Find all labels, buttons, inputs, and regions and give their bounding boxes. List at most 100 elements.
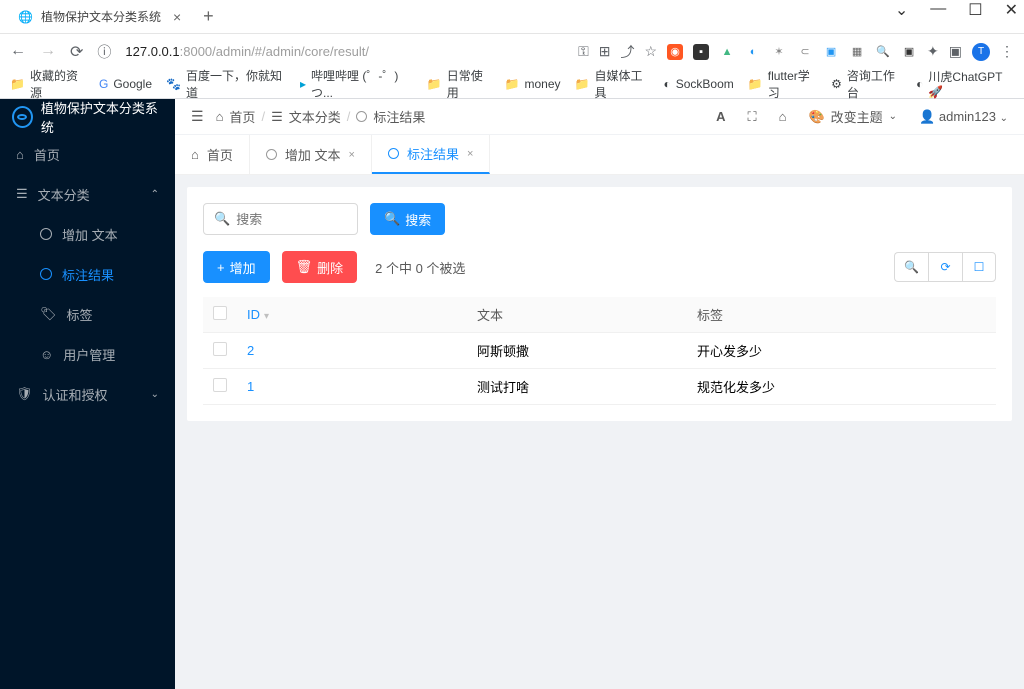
row-id-link[interactable]: 2: [247, 343, 254, 358]
menu-toggle-icon[interactable]: ☰: [191, 108, 204, 125]
browser-tab[interactable]: 🌐 植物保护文本分类系统 ×: [6, 1, 197, 33]
theme-switcher[interactable]: 🎨 改变主题 ⌄: [808, 107, 897, 126]
tab-annotate-result[interactable]: 标注结果 ×: [372, 135, 490, 174]
back-button[interactable]: ←: [10, 42, 26, 62]
user-icon: 👤: [919, 109, 935, 124]
delete-button[interactable]: 🗑 删除: [282, 251, 358, 283]
bookmark-item[interactable]: ◐SockBoom: [664, 77, 734, 91]
bookmark-item[interactable]: 📁自媒体工具: [575, 67, 650, 101]
extension-icon[interactable]: ⊂: [797, 44, 813, 60]
sidebar-item-text-classify[interactable]: ☰ 文本分类 ⌃: [0, 174, 175, 214]
col-header-id[interactable]: ID: [247, 307, 260, 322]
row-id-link[interactable]: 1: [247, 379, 254, 394]
sidebar-item-annotate-result[interactable]: 标注结果: [0, 254, 175, 294]
home-icon: ⌂: [191, 147, 199, 162]
row-checkbox[interactable]: [213, 342, 227, 356]
page-tabs: ⌂ 首页 增加 文本 × 标注结果 ×: [175, 135, 1024, 175]
col-header-tag: 标签: [687, 297, 996, 333]
new-tab-button[interactable]: +: [203, 6, 214, 27]
sidebar-item-home[interactable]: ⌂ 首页: [0, 134, 175, 174]
browser-address-bar: ← → ⟳ ⓘ 127.0.0.1:8000/admin/#/admin/cor…: [0, 34, 1024, 69]
search-icon: 🔍: [384, 211, 400, 227]
bookmark-item[interactable]: ◐川虎ChatGPT 🚀: [916, 68, 1014, 99]
address-input[interactable]: 127.0.0.1:8000/admin/#/admin/core/result…: [125, 44, 564, 59]
shield-icon: 🛡: [16, 386, 33, 402]
chevron-down-icon: ⌄: [151, 389, 159, 400]
fullscreen-icon[interactable]: ⛶: [748, 109, 757, 125]
extension-icon[interactable]: ▣: [901, 44, 917, 60]
row-text: 测试打啥: [467, 369, 687, 405]
refresh-button[interactable]: ⟳: [928, 252, 962, 282]
extension-icon[interactable]: ▣: [823, 44, 839, 60]
forward-button[interactable]: →: [40, 42, 56, 62]
maximize-button[interactable]: ☐: [968, 0, 982, 20]
chevron-down-icon[interactable]: ⌄: [895, 0, 908, 20]
extension-icon[interactable]: ▣: [949, 43, 962, 60]
home-icon[interactable]: ⌂: [779, 109, 787, 124]
extension-icon[interactable]: ▦: [849, 44, 865, 60]
bookmark-item[interactable]: 🐾百度一下，你就知道: [166, 67, 286, 101]
reload-button[interactable]: ⟳: [70, 42, 83, 62]
app-logo[interactable]: 植物保护文本分类系统: [0, 99, 175, 134]
bookmark-item[interactable]: ▸哔哩哔哩 (゜-゜)つ...: [300, 67, 413, 101]
translate-icon[interactable]: ⊞: [599, 43, 611, 60]
search-input[interactable]: 🔍: [203, 203, 358, 235]
site-info-icon[interactable]: ⓘ: [97, 42, 111, 62]
sort-icon[interactable]: ▾: [264, 311, 269, 322]
add-button[interactable]: + 增加: [203, 251, 270, 283]
crumb-classify[interactable]: 文本分类: [289, 107, 341, 126]
bookmark-item[interactable]: 📁money: [505, 77, 561, 91]
extension-icon[interactable]: ◐: [745, 44, 761, 60]
user-menu[interactable]: 👤 admin123 ⌄: [919, 109, 1008, 125]
browser-extensions: ⚿ ⊞ ⤴ ☆ ◉ ▪ ▲ ◐ ✶ ⊂ ▣ ▦ 🔍 ▣ ✦ ▣ T ⋮: [578, 42, 1014, 62]
sidebar-item-add-text[interactable]: 增加 文本: [0, 214, 175, 254]
tab-close-button[interactable]: ×: [169, 9, 185, 25]
extension-icon[interactable]: ✶: [771, 44, 787, 60]
extension-icon[interactable]: ◉: [667, 44, 683, 60]
sidebar-item-auth[interactable]: 🛡 认证和授权 ⌄: [0, 374, 175, 414]
browser-tab-bar: 🌐 植物保护文本分类系统 × + ⌄ ― ☐ ✕: [0, 0, 1024, 34]
circle-icon: [40, 268, 52, 280]
app-title: 植物保护文本分类系统: [41, 98, 163, 136]
circle-icon: [266, 149, 277, 160]
circle-icon: [388, 148, 399, 159]
tab-add-text[interactable]: 增加 文本 ×: [250, 135, 372, 174]
sidebar-item-tags[interactable]: 🏷 标签: [0, 294, 175, 334]
crumb-home[interactable]: 首页: [229, 107, 255, 126]
search-button[interactable]: 🔍 搜索: [370, 203, 445, 235]
bookmark-item[interactable]: ⚙咨询工作台: [831, 67, 902, 101]
extension-icon[interactable]: ▪: [693, 44, 709, 60]
tab-close-button[interactable]: ×: [467, 148, 473, 160]
tab-home[interactable]: ⌂ 首页: [175, 135, 250, 174]
sidebar-item-user-manage[interactable]: ☺ 用户管理: [0, 334, 175, 374]
share-icon[interactable]: ⤴: [620, 42, 634, 62]
tab-close-button[interactable]: ×: [349, 149, 355, 161]
extensions-menu-icon[interactable]: ✦: [927, 43, 939, 60]
search-toggle-button[interactable]: 🔍: [894, 252, 928, 282]
bookmark-item[interactable]: 📁flutter学习: [748, 67, 817, 101]
extension-icon[interactable]: 🔍: [875, 44, 891, 60]
palette-icon: 🎨: [808, 109, 824, 125]
content-card: 🔍 🔍 搜索 + 增加 🗑 删除: [187, 187, 1012, 421]
minimize-button[interactable]: ―: [930, 0, 946, 20]
bookmark-item[interactable]: 📁收藏的资源: [10, 67, 85, 101]
row-tag: 规范化发多少: [687, 369, 996, 405]
close-window-button[interactable]: ✕: [1005, 0, 1018, 20]
key-icon[interactable]: ⚿: [578, 43, 589, 60]
columns-button[interactable]: ☐: [962, 252, 996, 282]
breadcrumb: ⌂ 首页 / ☰ 文本分类 / 标注结果: [216, 107, 426, 126]
globe-icon: 🌐: [18, 10, 33, 24]
select-all-checkbox[interactable]: [213, 306, 227, 320]
star-icon[interactable]: ☆: [644, 43, 657, 60]
bookmark-item[interactable]: 📁日常使用: [427, 67, 491, 101]
vue-icon[interactable]: ▲: [719, 44, 735, 60]
font-icon[interactable]: A: [716, 109, 725, 124]
row-checkbox[interactable]: [213, 378, 227, 392]
bookmark-item[interactable]: GGoogle: [99, 77, 152, 91]
chevron-down-icon: ⌄: [1000, 113, 1008, 124]
crumb-result[interactable]: 标注结果: [373, 107, 425, 126]
browser-menu-icon[interactable]: ⋮: [1000, 43, 1014, 60]
home-icon: ⌂: [216, 109, 224, 124]
tag-icon: 🏷: [40, 306, 57, 322]
profile-avatar[interactable]: T: [972, 43, 990, 61]
